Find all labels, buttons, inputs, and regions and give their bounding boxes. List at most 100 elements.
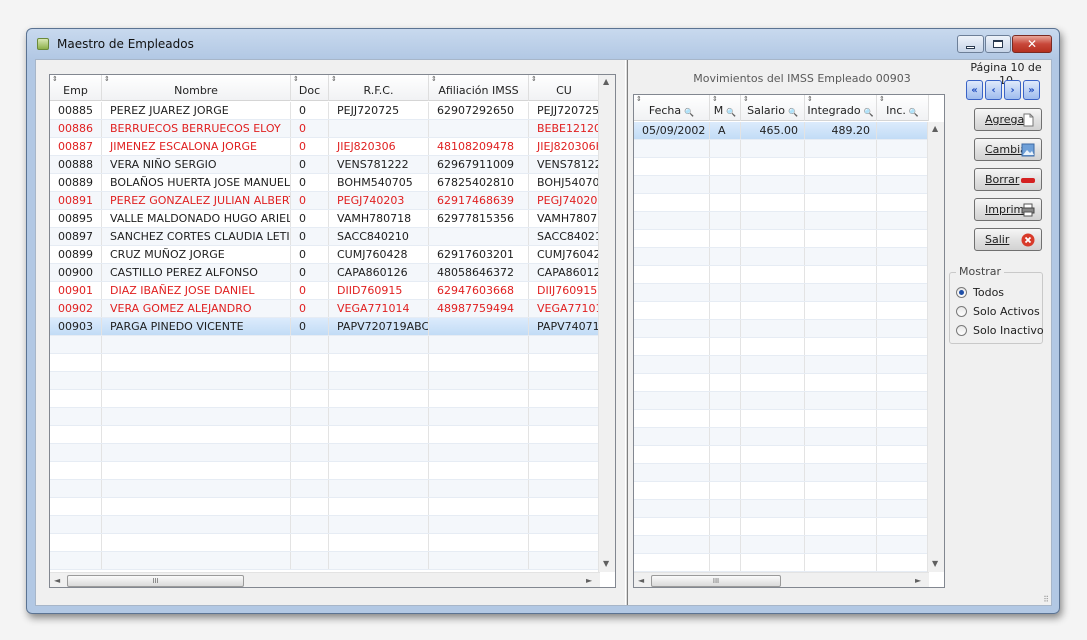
table-row[interactable]	[634, 356, 929, 374]
first-page-button[interactable]: «	[966, 80, 983, 100]
employees-vscroll[interactable]: ▲ ▼	[598, 75, 615, 572]
column-header-rfc[interactable]: ⇕ R.F.C.	[329, 75, 429, 101]
column-header-inc[interactable]: ⇕ Inc. 🔍	[877, 95, 929, 121]
search-icon[interactable]: 🔍	[909, 108, 919, 117]
table-row[interactable]: 00885 PEREZ JUAREZ JORGE 0 PEJJ720725 629072…	[50, 102, 600, 120]
close-button[interactable]: ✕	[1012, 35, 1052, 53]
table-row[interactable]: 00888 VERA NIÑO SERGIO 0 VENS781222 62967911…	[50, 156, 600, 174]
table-row[interactable]	[634, 500, 929, 518]
search-icon[interactable]: 🔍	[726, 108, 736, 117]
table-row[interactable]	[50, 390, 600, 408]
print-button[interactable]: Imprimir	[974, 198, 1042, 221]
table-row[interactable]: 00899 CRUZ MUÑOZ JORGE 0 CUMJ760428 62917603…	[50, 246, 600, 264]
table-row[interactable]	[634, 392, 929, 410]
table-row[interactable]	[634, 536, 929, 554]
table-row[interactable]	[634, 266, 929, 284]
table-row[interactable]	[634, 248, 929, 266]
scroll-left-icon[interactable]: ◄	[638, 576, 644, 585]
employees-hscroll[interactable]: ◄ III ►	[50, 572, 600, 587]
movements-hscroll-thumb[interactable]: III	[651, 575, 781, 587]
table-row[interactable]	[634, 374, 929, 392]
table-row[interactable]	[634, 194, 929, 212]
table-row[interactable]	[634, 518, 929, 536]
search-icon[interactable]: 🔍	[788, 108, 798, 117]
scroll-left-icon[interactable]: ◄	[54, 576, 60, 585]
table-row[interactable]: 00887 JIMENEZ ESCALONA JORGE 0 JIEJ820306 48…	[50, 138, 600, 156]
table-row[interactable]: 00901 DIAZ IBAÑEZ JOSE DANIEL 0 DIID760915 6…	[50, 282, 600, 300]
table-row[interactable]	[50, 444, 600, 462]
column-header-curp[interactable]: ⇕ CU	[529, 75, 600, 101]
table-row[interactable]: 00902 VERA GOMEZ ALEJANDRO 0 VEGA771014 4898…	[50, 300, 600, 318]
last-page-button[interactable]: »	[1023, 80, 1040, 100]
column-header-salario[interactable]: ⇕ Salario 🔍	[741, 95, 805, 121]
table-row[interactable]: 00886BERRUECOS BERRUECOS ELOY0 BEBE121201…	[50, 120, 600, 138]
table-row[interactable]: 00891 PEREZ GONZALEZ JULIAN ALBERTO 0 PEGJ7…	[50, 192, 600, 210]
table-row[interactable]	[634, 176, 929, 194]
table-row[interactable]: 00897 SANCHEZ CORTES CLAUDIA LETICIA 0 SACC…	[50, 228, 600, 246]
table-row[interactable]	[634, 554, 929, 572]
title-bar[interactable]: Maestro de Empleados ✕	[27, 29, 1059, 59]
table-row[interactable]	[634, 230, 929, 248]
table-row[interactable]	[634, 482, 929, 500]
table-row[interactable]	[634, 338, 929, 356]
prev-page-button[interactable]: ‹	[985, 80, 1002, 100]
filter-option-todos[interactable]: Todos	[956, 286, 1004, 299]
table-row[interactable]	[50, 480, 600, 498]
edit-button[interactable]: Cambiar	[974, 138, 1042, 161]
table-row[interactable]: 00903 PARGA PINEDO VICENTE 0 PAPV720719ABC P…	[50, 318, 600, 336]
table-row[interactable]	[50, 498, 600, 516]
table-row[interactable]	[50, 372, 600, 390]
search-icon[interactable]: 🔍	[684, 108, 694, 117]
scroll-up-icon[interactable]: ▲	[932, 124, 938, 133]
column-header-emp[interactable]: ⇕ Emp	[50, 75, 102, 101]
scroll-down-icon[interactable]: ▼	[603, 559, 609, 568]
column-header-fecha[interactable]: ⇕ Fecha 🔍	[634, 95, 710, 121]
delete-button[interactable]: Borrar	[974, 168, 1042, 191]
table-row[interactable]: 05/09/2002 A 465.00 489.20	[634, 122, 929, 140]
table-row[interactable]	[634, 302, 929, 320]
table-row[interactable]	[50, 408, 600, 426]
table-row[interactable]: 00895 VALLE MALDONADO HUGO ARIEL 0 VAMH7807…	[50, 210, 600, 228]
maximize-button[interactable]	[985, 35, 1011, 53]
employees-hscroll-thumb[interactable]: III	[67, 575, 244, 587]
table-row[interactable]	[634, 212, 929, 230]
scroll-right-icon[interactable]: ►	[586, 576, 592, 585]
table-row[interactable]	[50, 516, 600, 534]
column-header-nombre[interactable]: ⇕ Nombre	[102, 75, 291, 101]
table-row[interactable]	[50, 534, 600, 552]
table-row[interactable]	[634, 410, 929, 428]
column-header-m[interactable]: ⇕ M 🔍	[710, 95, 741, 121]
column-header-doc[interactable]: ⇕ Doc	[291, 75, 329, 101]
table-row[interactable]	[50, 336, 600, 354]
table-row[interactable]	[50, 552, 600, 570]
table-row[interactable]	[50, 462, 600, 480]
table-row[interactable]	[634, 428, 929, 446]
next-page-button[interactable]: ›	[1004, 80, 1021, 100]
table-row[interactable]	[634, 140, 929, 158]
movements-vscroll[interactable]: ▲ ▼	[927, 122, 944, 572]
table-row[interactable]	[634, 320, 929, 338]
table-row[interactable]	[634, 284, 929, 302]
movements-grid[interactable]: ⇕ Fecha 🔍 ⇕ M 🔍 ⇕ Salario 🔍 ⇕ Integrado 🔍 ⇕ Inc. 🔍 05/…	[633, 94, 945, 588]
filter-option-activos[interactable]: Solo Activos	[956, 305, 1040, 318]
employees-grid[interactable]: ⇕ Emp ⇕ Nombre ⇕ Doc ⇕ R.F.C. ⇕ Afiliación IMSS ⇕ C…	[49, 74, 616, 588]
scroll-right-icon[interactable]: ►	[915, 576, 921, 585]
resize-grip[interactable]: ⠿	[1043, 596, 1049, 604]
table-row[interactable]: 00900 CASTILLO PEREZ ALFONSO 0 CAPA860126 48…	[50, 264, 600, 282]
scroll-up-icon[interactable]: ▲	[603, 77, 609, 86]
filter-option-inactivo[interactable]: Solo Inactivo	[956, 324, 1044, 337]
scroll-down-icon[interactable]: ▼	[932, 559, 938, 568]
search-icon[interactable]: 🔍	[864, 108, 874, 117]
table-row[interactable]: 00889 BOLAÑOS HUERTA JOSE MANUEL 0 BOHM5407…	[50, 174, 600, 192]
exit-button[interactable]: Salir	[974, 228, 1042, 251]
column-header-imss[interactable]: ⇕ Afiliación IMSS	[429, 75, 529, 101]
minimize-button[interactable]	[957, 35, 984, 53]
column-header-integrado[interactable]: ⇕ Integrado 🔍	[805, 95, 877, 121]
add-button[interactable]: Agregar	[974, 108, 1042, 131]
movements-hscroll[interactable]: ◄ III ►	[634, 572, 929, 587]
table-row[interactable]	[634, 464, 929, 482]
table-row[interactable]	[634, 158, 929, 176]
table-row[interactable]	[634, 446, 929, 464]
splitter[interactable]	[625, 60, 628, 605]
table-row[interactable]	[50, 354, 600, 372]
